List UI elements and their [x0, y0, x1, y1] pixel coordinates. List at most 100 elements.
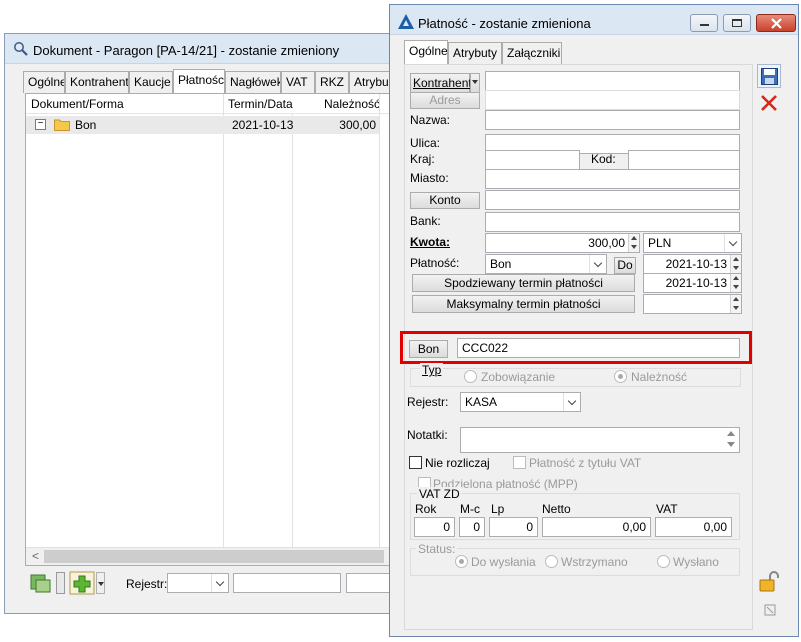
wstrzymano-radio[interactable] — [545, 555, 558, 568]
document-tabs: Ogólne Kontrahent Kaucje Płatności Nagłó… — [23, 69, 409, 93]
bank-field[interactable] — [485, 212, 740, 232]
rejestr-label: Rejestr: — [126, 577, 168, 591]
bon-code-field[interactable]: CCC022 — [457, 338, 740, 358]
ogolne-panel: Kontrahent Adres Nazwa: Ulica: Kraj: Kod… — [400, 64, 753, 630]
miasto-label: Miasto: — [410, 171, 449, 185]
kontrahent-button[interactable]: Kontrahent — [410, 73, 472, 93]
payment-titlebar: Płatność - zostanie zmieniona — [390, 5, 798, 35]
mc-field[interactable]: 0 — [459, 517, 485, 537]
platnosc-vat-label: Płatność z tytułu VAT — [529, 456, 642, 470]
col-naleznosc[interactable]: Należność — [324, 97, 380, 112]
cancel-icon[interactable] — [760, 94, 778, 112]
floppy-icon — [761, 68, 778, 85]
minimize-button[interactable] — [690, 14, 718, 32]
tab-platnosci[interactable]: Płatności — [173, 69, 225, 93]
table-row[interactable]: − Bon 2021-10-13 300,00 — [26, 116, 379, 134]
typ-group — [410, 368, 741, 387]
kontrahent-dropdown[interactable] — [470, 73, 480, 93]
date1-field[interactable]: 2021-10-13 — [643, 254, 742, 274]
tab-ogolne[interactable]: Ogólne — [404, 40, 448, 64]
typ-label: Typ — [420, 363, 444, 378]
scroll-thumb[interactable] — [44, 550, 384, 563]
miasto-field[interactable] — [485, 169, 740, 189]
toolbar-spin[interactable] — [56, 572, 65, 594]
kod-field[interactable] — [628, 150, 740, 170]
kraj-label: Kraj: — [410, 152, 435, 166]
kod-label: Kod: — [591, 152, 616, 166]
tab-kontrahent[interactable]: Kontrahent — [65, 71, 129, 93]
naleznosc-label: Należność — [631, 370, 688, 384]
bank-label: Bank: — [410, 214, 441, 228]
kwota-field[interactable]: 300,00 — [485, 233, 640, 253]
adres-button[interactable]: Adres — [410, 92, 480, 109]
kraj-field[interactable] — [485, 150, 580, 170]
tab-ogolne[interactable]: Ogólne — [23, 71, 65, 93]
add-dropdown-icon[interactable] — [96, 572, 105, 594]
currency-select[interactable]: PLN — [643, 233, 742, 253]
payment-title: Płatność - zostanie zmieniona — [418, 16, 591, 31]
save-button[interactable] — [757, 64, 781, 88]
close-icon — [771, 18, 782, 29]
vat-field[interactable]: 0,00 — [655, 517, 732, 537]
nazwa-field[interactable] — [485, 110, 740, 130]
notatki-field[interactable] — [460, 427, 740, 453]
rejestr-select[interactable] — [167, 573, 229, 593]
list-header: Dokument/Forma Termin/Data Należność — [26, 94, 402, 114]
netto-field[interactable]: 0,00 — [542, 517, 651, 537]
konto-button[interactable]: Konto — [410, 192, 480, 209]
tab-kaucje[interactable]: Kaucje — [129, 71, 173, 93]
add-icon[interactable] — [69, 571, 95, 595]
payments-icon[interactable] — [29, 571, 53, 595]
lp-field[interactable]: 0 — [489, 517, 538, 537]
zobowiazanie-radio[interactable] — [464, 370, 477, 383]
netto-label: Netto — [542, 502, 571, 516]
scroll-left-arrow[interactable]: < — [32, 549, 39, 564]
close-button[interactable] — [756, 14, 796, 32]
date2-field[interactable]: 2021-10-13 — [643, 273, 742, 293]
payments-list[interactable]: Dokument/Forma Termin/Data Należność − B… — [25, 93, 403, 566]
document-titlebar: Dokument - Paragon [PA-14/21] - zostanie… — [5, 34, 403, 64]
kwota-label: Kwota: — [410, 235, 450, 249]
horizontal-scrollbar[interactable]: < — [26, 547, 402, 565]
wstrzymano-label: Wstrzymano — [561, 555, 628, 569]
lp-label: Lp — [491, 502, 505, 516]
rejestr-name-field[interactable] — [233, 573, 341, 593]
rejestr-select[interactable]: KASA — [460, 392, 581, 412]
naleznosc-radio[interactable] — [614, 370, 627, 383]
payment-window: Płatność - zostanie zmieniona Ogólne Atr… — [389, 4, 799, 637]
pin-icon[interactable] — [763, 603, 777, 617]
maksymalny-termin-button[interactable]: Maksymalny termin płatności — [412, 295, 635, 313]
spodziewany-termin-button[interactable]: Spodziewany termin płatności — [412, 274, 635, 292]
document-title: Dokument - Paragon [PA-14/21] - zostanie… — [33, 43, 340, 58]
payment-tabs: Ogólne Atrybuty Załączniki — [404, 40, 564, 64]
notatki-label: Notatki: — [407, 428, 448, 442]
lock-icon[interactable] — [758, 571, 780, 593]
col-termin[interactable]: Termin/Data — [228, 97, 293, 112]
nie-rozliczaj-checkbox[interactable] — [409, 456, 422, 469]
tab-atrybuty[interactable]: Atrybuty — [448, 42, 502, 64]
wyslano-radio[interactable] — [657, 555, 670, 568]
vat-label: VAT — [656, 502, 678, 516]
tab-zalaczniki[interactable]: Załączniki — [502, 42, 562, 64]
do-button[interactable]: Do — [614, 257, 636, 274]
nie-rozliczaj-label: Nie rozliczaj — [425, 456, 490, 470]
tab-rkz[interactable]: RKZ — [315, 71, 349, 93]
platnosc-vat-checkbox[interactable] — [513, 456, 526, 469]
maksymalny-date-field[interactable] — [643, 294, 742, 314]
ulica-label: Ulica: — [410, 136, 441, 150]
platnosc-select[interactable]: Bon — [485, 254, 607, 274]
app-logo-icon — [398, 14, 414, 29]
maximize-button[interactable] — [723, 14, 751, 32]
do-wyslania-radio[interactable] — [455, 555, 468, 568]
kontrahent-field[interactable] — [485, 71, 740, 91]
konto-field[interactable] — [485, 190, 740, 210]
do-wyslania-label: Do wysłania — [471, 555, 536, 569]
tab-vat[interactable]: VAT — [281, 71, 315, 93]
zobowiazanie-label: Zobowiązanie — [481, 370, 556, 384]
magnifier-icon — [14, 42, 28, 56]
rok-field[interactable]: 0 — [414, 517, 455, 537]
rok-label: Rok — [415, 502, 437, 516]
bon-button[interactable]: Bon — [409, 340, 448, 358]
tab-naglowek[interactable]: Nagłówek — [225, 71, 281, 93]
col-dokument[interactable]: Dokument/Forma — [31, 97, 124, 112]
